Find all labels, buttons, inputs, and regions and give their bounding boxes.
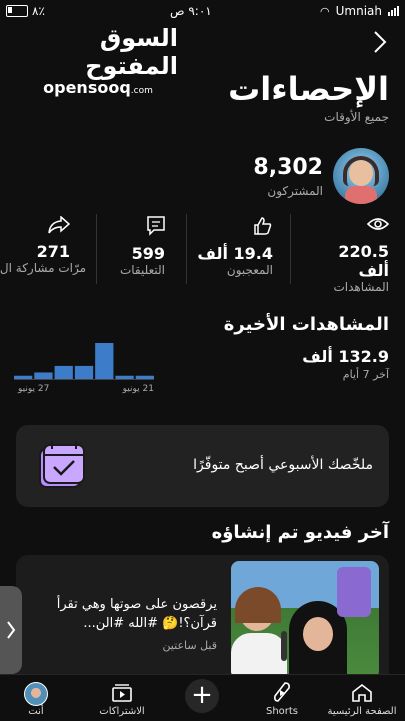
channel-avatar[interactable] [333,148,389,204]
watermark-suffix: .com [130,86,153,96]
clock: ٩:٠١ ص [170,4,212,18]
back-button[interactable] [367,28,391,56]
stat-likes[interactable]: 19.4 ألف المعجبون [197,216,273,277]
create-plus-icon: + [185,679,219,713]
stat-shares-value: 271 [36,242,70,261]
divider [186,214,187,284]
tab-shorts[interactable]: Shorts [247,681,317,717]
avatar-icon [24,682,48,706]
tab-home-label: الصفحة الرئيسية [327,706,397,717]
side-panel-handle[interactable] [0,586,22,674]
stat-likes-value: 19.4 ألف [197,244,273,263]
tab-subscriptions-label: الاشتراكات [99,706,145,717]
eye-icon [366,218,390,230]
chevron-right-icon [7,621,16,639]
page-subtitle: جميع الأوقات [324,110,389,124]
chart-bar [74,365,94,379]
recent-views-title: المشاهدات الأخيرة [223,314,389,335]
calendar-check-icon [34,439,90,495]
tab-shorts-label: Shorts [265,706,299,717]
recent-views-chart[interactable]: 27 يونيو 21 يونيو [14,340,154,395]
recent-views-period: آخر 7 أيام [342,368,389,381]
video-time: قبل ساعتين [162,639,217,652]
x-tick-left: 27 يونيو [18,384,50,394]
recent-views-value: 132.9 ألف [302,347,389,366]
weekly-summary-text: ملخّصك الأسبوعي أصبح متوفّرًا [193,457,373,473]
thumb-up-icon [254,217,272,235]
weekly-summary-card[interactable]: ملخّصك الأسبوعي أصبح متوفّرًا [16,425,389,507]
stat-shares[interactable]: 271 مرّات مشاركة ال [0,216,86,275]
video-title: يرقصون على صوتها وهي تقرأ قرآن؟!🤔 #الله … [56,597,217,631]
shorts-icon [274,682,290,702]
latest-video-card[interactable]: يرقصون على صوتها وهي تقرأ قرآن؟!🤔 #الله … [16,555,389,685]
home-icon [352,683,372,702]
status-bar: ٨٪ ٩:٠١ ص ◠ Umniah [0,0,405,24]
tab-you[interactable]: أنت [1,682,71,717]
subscriber-label: المشتركون [267,184,323,198]
share-icon [48,216,71,234]
signal-icon [388,6,399,16]
chart-bar [14,375,33,379]
chart-bar [54,365,73,379]
opensooq-watermark: السوق المفتوح opensooq.com [18,24,178,97]
stats-row: 220.5 ألف المشاهدات 19.4 ألف المعجبون 59… [0,212,405,294]
carrier-name: Umniah [335,4,382,18]
bottom-tab-bar: الصفحة الرئيسية Shorts + الاشتراكات أنت [0,674,405,721]
tab-subscriptions[interactable]: الاشتراكات [87,683,157,717]
views-bar-chart [14,343,154,380]
battery-percent: ٨٪ [32,4,45,18]
stat-shares-label: مرّات مشاركة ال [0,261,86,275]
battery-icon [6,5,28,17]
tab-home[interactable]: الصفحة الرئيسية [327,683,397,717]
comment-icon [147,216,165,236]
stat-views[interactable]: 220.5 ألف المشاهدات [313,216,390,294]
stat-comments[interactable]: 599 التعليقات [99,216,165,277]
chart-bar [115,375,134,379]
chart-bar [135,375,154,379]
chart-bar [95,343,114,379]
watermark-arabic: السوق المفتوح [85,24,178,80]
page-title: الإحصاءات [228,70,389,108]
subscriptions-icon [112,684,132,702]
wifi-icon: ◠ [320,4,330,18]
tab-create[interactable]: + [167,679,237,713]
video-thumbnail[interactable] [231,561,379,679]
chevron-right-icon [374,31,387,53]
stat-comments-label: التعليقات [119,263,165,277]
subscriber-count: 8,302 [253,155,323,180]
watermark-latin: opensooq [43,78,131,97]
stat-views-value: 220.5 ألف [338,242,389,280]
divider [290,214,291,284]
stat-comments-value: 599 [131,244,165,263]
stat-views-label: المشاهدات [333,280,389,294]
tab-you-label: أنت [28,706,44,717]
x-tick-right: 21 يونيو [122,384,154,394]
stat-likes-label: المعجبون [226,263,273,277]
chart-bar [34,372,53,379]
latest-video-title: آخر فيديو تم إنشاؤه [211,522,389,543]
divider [96,214,97,284]
